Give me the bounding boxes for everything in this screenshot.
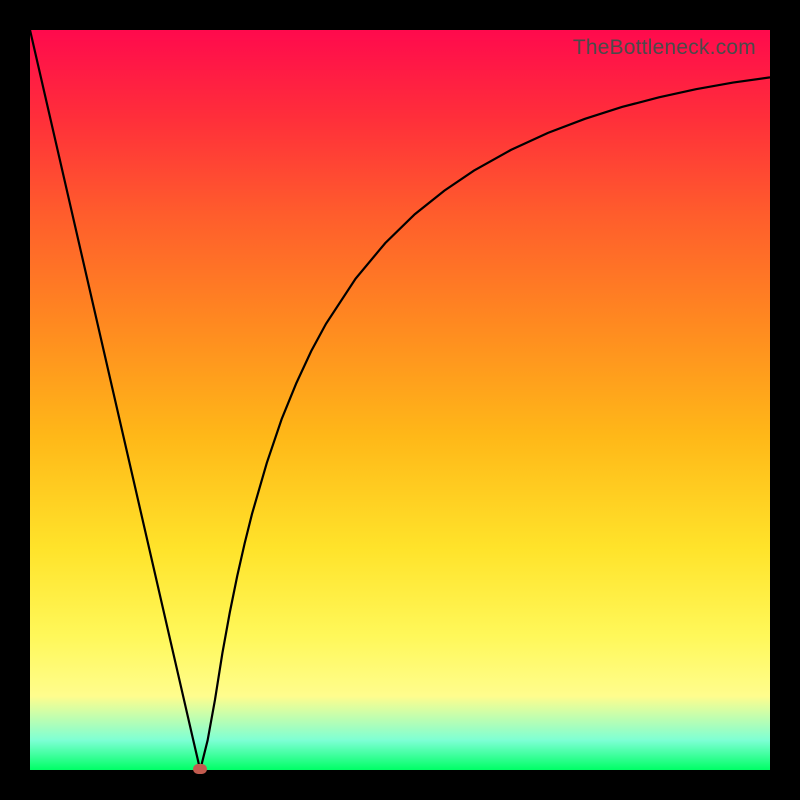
bottleneck-curve xyxy=(30,30,770,770)
curve-path xyxy=(30,30,770,770)
chart-frame: TheBottleneck.com xyxy=(0,0,800,800)
optimum-marker xyxy=(193,764,207,774)
plot-area: TheBottleneck.com xyxy=(30,30,770,770)
